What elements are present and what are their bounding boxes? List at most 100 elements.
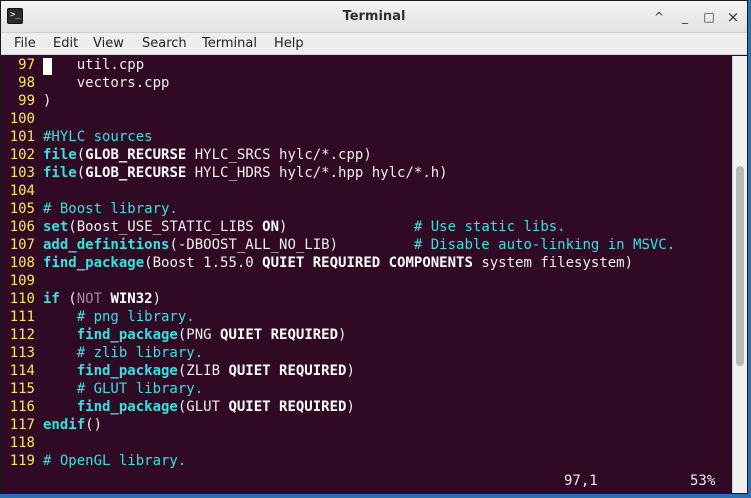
code-line: 115 # GLUT library. [1, 380, 203, 398]
line-number: 110 [9, 291, 35, 307]
code-line: 111 # png library. [1, 308, 195, 326]
code-token: GLOB_RECURSE [85, 165, 187, 181]
terminal-text-area[interactable]: 97,1 53% 97 util.cpp 98 vectors.cpp 99) 100… [1, 56, 732, 493]
line-number: 114 [9, 363, 35, 379]
code-token: WIN32 [110, 291, 153, 307]
maximize-icon[interactable]: □ [701, 9, 717, 25]
title-bar[interactable]: >_ Terminal ^ _ □ × [1, 1, 747, 33]
line-number: 113 [9, 345, 35, 361]
code-token: ) [346, 363, 355, 379]
close-icon[interactable]: × [725, 9, 741, 25]
code-token: # png library. [76, 309, 195, 325]
scrollbar-thumb[interactable] [736, 166, 744, 366]
code-line: 113 # zlib library. [1, 344, 203, 362]
line-number: 116 [9, 399, 35, 415]
menu-terminal[interactable]: Terminal [202, 33, 257, 54]
code-token: find_package [76, 399, 178, 415]
code-token: ( [59, 291, 77, 307]
code-token: endif [43, 417, 86, 433]
code-token: find_package [43, 255, 145, 271]
code-line: 107 add_definitions(-DBOOST_ALL_NO_LIB) #… [1, 236, 675, 254]
menu-file[interactable]: File [14, 33, 36, 54]
line-number: 102 [9, 147, 35, 163]
code-line: 106 set(Boost_USE_STATIC_LIBS ON) # Use s… [1, 218, 566, 236]
code-token: vectors.cpp [43, 75, 170, 91]
code-token: (-DBOOST_ALL_NO_LIB) [169, 237, 414, 253]
code-line: 118 [1, 434, 43, 452]
line-number: 117 [9, 417, 35, 433]
code-line: 114 find_package(ZLIB QUIET REQUIRED) [1, 362, 355, 380]
code-line: 109 [1, 272, 43, 290]
code-line: 104 [1, 182, 43, 200]
line-number: 97 [18, 57, 35, 73]
code-token: # Use static libs. [413, 219, 566, 235]
code-token: (PNG [177, 327, 221, 343]
menu-search[interactable]: Search [142, 33, 187, 54]
code-line: 116 find_package(GLUT QUIET REQUIRED) [1, 398, 355, 416]
code-token: ) [152, 291, 162, 307]
line-number: 101 [9, 129, 35, 145]
menu-view[interactable]: View [93, 33, 124, 54]
code-line: 112 find_package(PNG QUIET REQUIRED) [1, 326, 347, 344]
line-number: 118 [9, 435, 35, 451]
code-token: ) [346, 399, 355, 415]
code-token: QUIET REQUIRED [228, 363, 347, 379]
code-token: HYLC_SRCS hylc/*.cpp) [186, 147, 372, 163]
code-line: 119 # OpenGL library. [1, 452, 187, 470]
line-number: 111 [9, 309, 35, 325]
menu-edit[interactable]: Edit [53, 33, 78, 54]
line-number: 108 [9, 255, 35, 271]
line-number: 112 [9, 327, 35, 343]
code-token: system filesystem) [472, 255, 634, 271]
line-number: 107 [9, 237, 35, 253]
line-number: 99 [18, 93, 35, 109]
line-number: 98 [18, 75, 35, 91]
code-line: 100 [1, 110, 43, 128]
code-token: ) [279, 219, 414, 235]
code-token: file [43, 147, 77, 163]
code-line: 102 file(GLOB_RECURSE HYLC_SRCS hylc/*.cp… [1, 146, 372, 164]
line-number: 115 [9, 381, 35, 397]
scrollbar[interactable] [732, 56, 747, 493]
code-line: 117 endif() [1, 416, 102, 434]
code-line: 101 #HYLC sources [1, 128, 153, 146]
code-token: file [43, 165, 77, 181]
code-line: 99) [1, 92, 51, 110]
code-token: #HYLC sources [43, 129, 153, 145]
code-token: add_definitions [43, 237, 170, 253]
line-number: 109 [9, 273, 35, 289]
code-token: util.cpp [43, 57, 145, 73]
code-token: # GLUT library. [76, 381, 204, 397]
code-token: find_package [76, 327, 178, 343]
code-token: (Boost_USE_STATIC_LIBS [68, 219, 263, 235]
line-number: 104 [9, 183, 35, 199]
code-token: (ZLIB [177, 363, 229, 379]
shade-icon[interactable]: ^ [651, 9, 667, 25]
cursor-position: 97,1 [564, 473, 598, 489]
code-token: (Boost 1.55.0 [144, 255, 263, 271]
code-token: ) [338, 327, 347, 343]
code-line: 98 vectors.cpp [1, 74, 169, 92]
code-line: 108 find_package(Boost 1.55.0 QUIET REQUI… [1, 254, 633, 272]
code-token: QUIET REQUIRED COMPONENTS [262, 255, 473, 271]
menu-bar: File Edit View Search Terminal Help [1, 33, 747, 55]
code-token: NOT [76, 291, 103, 307]
code-token: find_package [76, 363, 178, 379]
code-line: 103 file(GLOB_RECURSE HYLC_HDRS hylc/*.hp… [1, 164, 448, 182]
code-token: () [85, 417, 103, 433]
line-number: 103 [9, 165, 35, 181]
code-token: set [43, 219, 69, 235]
line-number: 119 [9, 453, 35, 469]
menu-help[interactable]: Help [274, 33, 304, 54]
minimize-icon[interactable]: _ [677, 9, 693, 25]
line-number: 100 [9, 111, 35, 127]
code-token: ( [76, 147, 86, 163]
code-token: ON [262, 219, 280, 235]
code-token: (GLUT [177, 399, 229, 415]
code-token: if [43, 291, 60, 307]
